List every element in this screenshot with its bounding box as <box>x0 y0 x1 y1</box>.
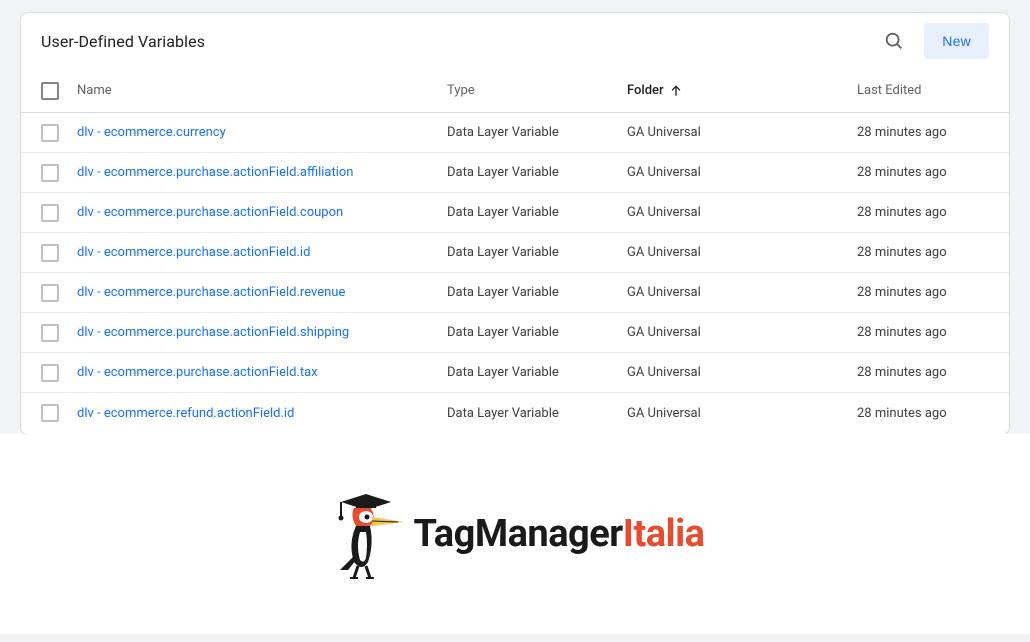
woodpecker-icon <box>326 484 406 584</box>
search-icon <box>883 30 905 52</box>
variable-name-link[interactable]: dlv - ecommerce.purchase.actionField.cou… <box>77 205 447 220</box>
row-checkbox-cell <box>29 204 77 222</box>
row-checkbox-cell <box>29 404 77 422</box>
variable-last-edited: 28 minutes ago <box>857 406 1001 421</box>
row-checkbox-cell <box>29 324 77 342</box>
table-row[interactable]: dlv - ecommerce.purchase.actionField.aff… <box>21 153 1009 193</box>
variable-last-edited: 28 minutes ago <box>857 165 1001 180</box>
variable-folder: GA Universal <box>627 285 857 300</box>
variable-name-link[interactable]: dlv - ecommerce.refund.actionField.id <box>77 406 447 421</box>
row-checkbox-cell <box>29 284 77 302</box>
section-title: User-Defined Variables <box>41 32 205 51</box>
header-actions: New <box>882 23 989 59</box>
variable-type: Data Layer Variable <box>447 325 627 340</box>
row-checkbox-cell <box>29 364 77 382</box>
variable-type: Data Layer Variable <box>447 165 627 180</box>
table-row[interactable]: dlv - ecommerce.purchase.actionField.rev… <box>21 273 1009 313</box>
variable-name-link[interactable]: dlv - ecommerce.purchase.actionField.aff… <box>77 165 447 180</box>
variables-table: Name Type Folder Last Edited dlv - ecomm… <box>21 69 1009 433</box>
search-button[interactable] <box>882 29 906 53</box>
select-all-checkbox[interactable] <box>41 82 59 100</box>
row-checkbox[interactable] <box>41 364 59 382</box>
variable-last-edited: 28 minutes ago <box>857 125 1001 140</box>
variable-last-edited: 28 minutes ago <box>857 205 1001 220</box>
row-checkbox[interactable] <box>41 404 59 422</box>
variable-last-edited: 28 minutes ago <box>857 365 1001 380</box>
row-checkbox[interactable] <box>41 204 59 222</box>
table-row[interactable]: dlv - ecommerce.purchase.actionField.tax… <box>21 353 1009 393</box>
variable-folder: GA Universal <box>627 325 857 340</box>
footer-logo: TagManagerItalia <box>0 434 1030 634</box>
row-checkbox[interactable] <box>41 164 59 182</box>
row-checkbox-cell <box>29 124 77 142</box>
column-header-type[interactable]: Type <box>447 83 627 98</box>
column-header-name[interactable]: Name <box>77 83 447 98</box>
variable-last-edited: 28 minutes ago <box>857 285 1001 300</box>
variable-folder: GA Universal <box>627 165 857 180</box>
select-all-cell <box>29 82 77 100</box>
table-body: dlv - ecommerce.currency Data Layer Vari… <box>21 113 1009 433</box>
table-row[interactable]: dlv - ecommerce.refund.actionField.id Da… <box>21 393 1009 433</box>
variable-name-link[interactable]: dlv - ecommerce.purchase.actionField.tax <box>77 365 447 380</box>
variable-type: Data Layer Variable <box>447 365 627 380</box>
variables-card: User-Defined Variables New Name Type Fol… <box>20 12 1010 435</box>
variable-type: Data Layer Variable <box>447 125 627 140</box>
new-button[interactable]: New <box>924 23 989 59</box>
table-header-row: Name Type Folder Last Edited <box>21 69 1009 113</box>
variable-last-edited: 28 minutes ago <box>857 245 1001 260</box>
row-checkbox[interactable] <box>41 124 59 142</box>
variable-type: Data Layer Variable <box>447 406 627 421</box>
row-checkbox-cell <box>29 244 77 262</box>
logo-part2: Italia <box>623 512 705 556</box>
row-checkbox[interactable] <box>41 284 59 302</box>
sort-ascending-icon <box>668 83 684 99</box>
variable-folder: GA Universal <box>627 365 857 380</box>
card-header: User-Defined Variables New <box>21 13 1009 69</box>
table-row[interactable]: dlv - ecommerce.purchase.actionField.cou… <box>21 193 1009 233</box>
variable-folder: GA Universal <box>627 125 857 140</box>
logo-text: TagManagerItalia <box>414 512 705 556</box>
variable-type: Data Layer Variable <box>447 285 627 300</box>
variable-folder: GA Universal <box>627 205 857 220</box>
row-checkbox-cell <box>29 164 77 182</box>
variable-name-link[interactable]: dlv - ecommerce.currency <box>77 125 447 140</box>
variable-name-link[interactable]: dlv - ecommerce.purchase.actionField.shi… <box>77 325 447 340</box>
variable-folder: GA Universal <box>627 245 857 260</box>
row-checkbox[interactable] <box>41 324 59 342</box>
variable-type: Data Layer Variable <box>447 245 627 260</box>
logo-part1: TagManager <box>414 512 623 556</box>
column-header-folder-label: Folder <box>627 83 664 98</box>
variable-name-link[interactable]: dlv - ecommerce.purchase.actionField.id <box>77 245 447 260</box>
table-row[interactable]: dlv - ecommerce.currency Data Layer Vari… <box>21 113 1009 153</box>
table-row[interactable]: dlv - ecommerce.purchase.actionField.shi… <box>21 313 1009 353</box>
column-header-folder[interactable]: Folder <box>627 83 857 99</box>
variable-type: Data Layer Variable <box>447 205 627 220</box>
row-checkbox[interactable] <box>41 244 59 262</box>
table-row[interactable]: dlv - ecommerce.purchase.actionField.id … <box>21 233 1009 273</box>
variable-name-link[interactable]: dlv - ecommerce.purchase.actionField.rev… <box>77 285 447 300</box>
column-header-last-edited[interactable]: Last Edited <box>857 83 1001 98</box>
variable-last-edited: 28 minutes ago <box>857 325 1001 340</box>
variable-folder: GA Universal <box>627 406 857 421</box>
